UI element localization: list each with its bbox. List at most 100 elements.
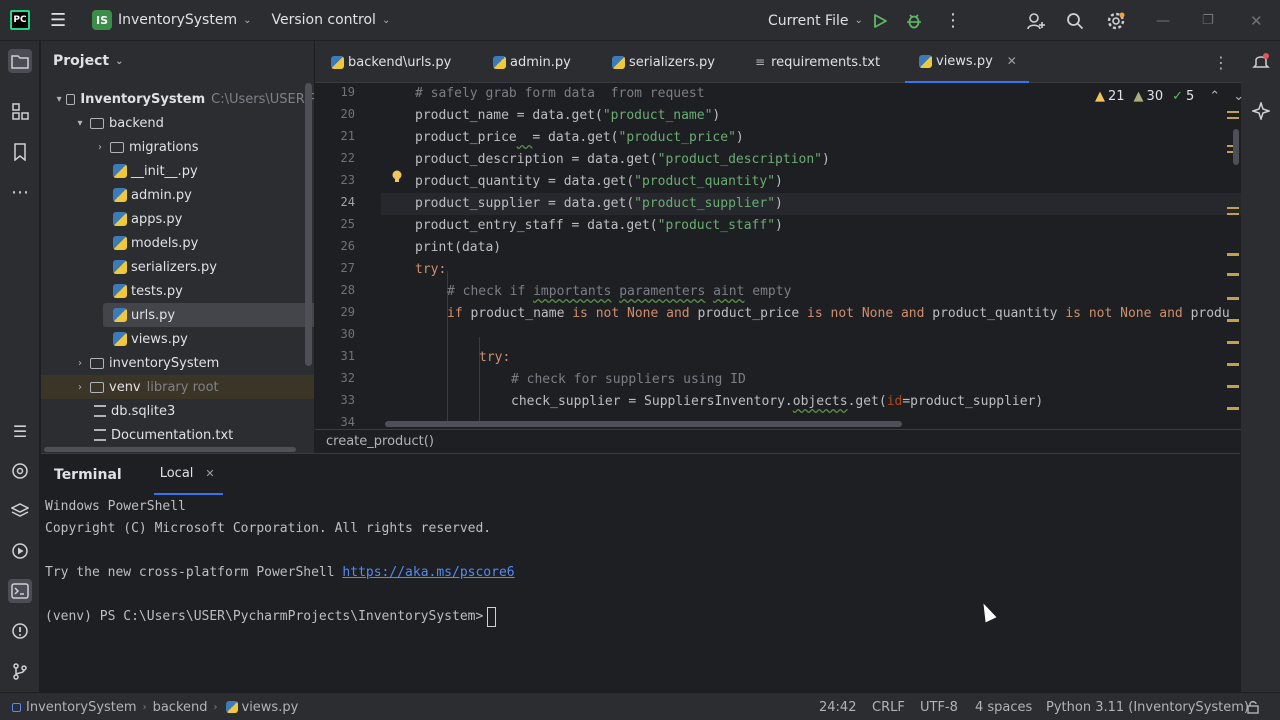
project-vertical-scrollbar[interactable] bbox=[305, 83, 312, 366]
terminal-tool-icon[interactable] bbox=[8, 579, 32, 603]
chevron-right-icon[interactable]: › bbox=[93, 142, 107, 153]
line-separator[interactable]: CRLF bbox=[872, 693, 905, 720]
git-branch-icon[interactable] bbox=[8, 659, 32, 683]
status-crumb[interactable]: views.py bbox=[242, 700, 299, 715]
todo-list-icon[interactable]: ☰ bbox=[8, 419, 32, 443]
error-stripe-marker[interactable] bbox=[1227, 385, 1239, 388]
bookmarks-icon[interactable] bbox=[8, 140, 32, 164]
error-stripe-marker[interactable] bbox=[1227, 253, 1239, 256]
next-highlight-icon[interactable]: ⌄ bbox=[1233, 89, 1244, 104]
function-breadcrumb[interactable]: create_product() bbox=[326, 434, 434, 449]
chevron-down-icon[interactable]: ⌄ bbox=[243, 15, 251, 26]
status-crumb[interactable]: InventorySystem bbox=[26, 700, 137, 715]
code-line-28[interactable]: # check if importants paramenters aint e… bbox=[447, 281, 791, 303]
python-interpreter[interactable]: Python 3.11 (InventorySystem) bbox=[1046, 693, 1249, 720]
code-line-26[interactable]: print(data) bbox=[415, 237, 501, 259]
more-actions-icon[interactable]: ⋮ bbox=[944, 0, 962, 41]
version-control-menu[interactable]: Version control bbox=[271, 12, 375, 28]
chevron-right-icon[interactable]: › bbox=[73, 382, 87, 393]
chevron-down-icon[interactable]: ⌄ bbox=[115, 56, 123, 67]
debug-icon[interactable] bbox=[905, 0, 923, 41]
tree-root[interactable]: ▾ InventorySystem C:\Users\USER\P bbox=[55, 87, 317, 111]
terminal-tab-local[interactable]: Local ✕ bbox=[153, 454, 223, 495]
minimize-icon[interactable]: — bbox=[1156, 0, 1170, 41]
line-number: 20 bbox=[340, 107, 355, 121]
main-menu-icon[interactable]: ☰ bbox=[50, 10, 70, 31]
code-line-23[interactable]: product_quantity = data.get("product_qua… bbox=[415, 171, 783, 193]
code-with-me-icon[interactable] bbox=[1026, 0, 1046, 41]
code-line-32[interactable]: # check for suppliers using ID bbox=[511, 369, 746, 391]
left-tool-strip: ⋯ ☰ bbox=[0, 41, 40, 692]
python-packages-icon[interactable] bbox=[8, 459, 32, 483]
indent-setting[interactable]: 4 spaces bbox=[975, 693, 1032, 720]
project-panel-title[interactable]: Project bbox=[53, 53, 109, 69]
error-stripe-marker[interactable] bbox=[1227, 319, 1239, 322]
project-tool-icon[interactable] bbox=[8, 49, 32, 73]
project-module-icon bbox=[12, 702, 21, 712]
search-icon[interactable] bbox=[1066, 0, 1084, 41]
editor-vertical-scrollbar[interactable] bbox=[1233, 129, 1239, 165]
error-stripe-marker[interactable] bbox=[1227, 273, 1239, 276]
chevron-down-icon[interactable]: ⌄ bbox=[382, 15, 390, 26]
notifications-bell-icon[interactable] bbox=[1249, 49, 1273, 73]
settings-gear-icon[interactable] bbox=[1106, 0, 1126, 41]
structure-tool-icon[interactable] bbox=[8, 99, 32, 123]
chevron-down-icon[interactable]: ▾ bbox=[73, 118, 87, 129]
close-window-icon[interactable]: ✕ bbox=[1250, 0, 1263, 41]
code-line-25[interactable]: product_entry_staff = data.get("product_… bbox=[415, 215, 783, 237]
tree-item-venv[interactable]: › venv library root bbox=[41, 375, 314, 399]
project-badge[interactable]: IS bbox=[92, 10, 112, 30]
lightbulb-intention-icon[interactable] bbox=[391, 170, 403, 184]
code-line-24[interactable]: product_supplier = data.get("product_sup… bbox=[415, 193, 783, 215]
tab-backend-urls[interactable]: backend\urls.py bbox=[329, 41, 451, 83]
status-crumb[interactable]: backend bbox=[153, 700, 208, 715]
tree-item-backend[interactable]: ▾ backend bbox=[73, 111, 335, 135]
layers-icon[interactable] bbox=[8, 499, 32, 523]
previous-highlight-icon[interactable]: ⌃ bbox=[1209, 89, 1220, 104]
tab-requirements[interactable]: ≡ requirements.txt bbox=[755, 41, 880, 83]
code-line-22[interactable]: product_description = data.get("product_… bbox=[415, 149, 830, 171]
code-line-20[interactable]: product_name = data.get("product_name") bbox=[415, 105, 720, 127]
folder-icon bbox=[66, 93, 76, 105]
run-config-selector[interactable]: Current File bbox=[768, 13, 848, 29]
file-encoding[interactable]: UTF-8 bbox=[920, 693, 958, 720]
ai-assistant-icon[interactable] bbox=[1249, 99, 1273, 123]
python-file-icon bbox=[612, 55, 625, 69]
terminal-prompt[interactable]: (venv) PS C:\Users\USER\PycharmProjects\… bbox=[45, 606, 497, 628]
error-stripe-marker[interactable] bbox=[1227, 363, 1239, 366]
close-tab-icon[interactable]: ✕ bbox=[1007, 54, 1017, 68]
code-line-27[interactable]: try: bbox=[415, 259, 446, 281]
close-tab-icon[interactable]: ✕ bbox=[205, 467, 214, 480]
run-icon[interactable] bbox=[872, 0, 888, 41]
chevron-down-icon[interactable]: ⌄ bbox=[854, 15, 862, 26]
maximize-icon[interactable]: ❐ bbox=[1202, 0, 1214, 41]
error-stripe-marker[interactable] bbox=[1227, 341, 1239, 344]
code-line-21[interactable]: product_price = data.get("product_price"… bbox=[415, 127, 744, 149]
code-line-19[interactable]: # safely grab form data from request bbox=[415, 83, 705, 105]
error-stripe-marker[interactable] bbox=[1227, 207, 1239, 215]
code-line-33[interactable]: check_supplier = SuppliersInventory.obje… bbox=[511, 391, 1043, 413]
project-horizontal-scrollbar[interactable] bbox=[44, 447, 296, 452]
chevron-down-icon[interactable]: ▾ bbox=[55, 94, 63, 105]
problems-icon[interactable] bbox=[8, 619, 32, 643]
pscore-link[interactable]: https://aka.ms/pscore6 bbox=[342, 565, 514, 580]
error-stripe-marker[interactable] bbox=[1227, 297, 1239, 300]
code-line-31[interactable]: try: bbox=[479, 347, 510, 369]
chevron-right-icon[interactable]: › bbox=[73, 358, 87, 369]
project-name[interactable]: InventorySystem bbox=[118, 12, 237, 28]
error-stripe-marker[interactable] bbox=[1227, 407, 1239, 410]
tree-item-inventorysystem[interactable]: › inventorySystem bbox=[73, 351, 335, 375]
editor-horizontal-scrollbar[interactable] bbox=[385, 421, 902, 427]
error-stripe-marker[interactable] bbox=[1227, 111, 1239, 119]
inspections-widget[interactable]: ▲ 21 ▲ 30 ✓ 5 ⌃ ⌄ bbox=[1095, 87, 1247, 105]
tab-admin[interactable]: admin.py bbox=[491, 41, 571, 83]
tab-views[interactable]: views.py ✕ bbox=[905, 41, 1029, 83]
caret-position[interactable]: 24:42 bbox=[819, 693, 856, 720]
more-tools-icon[interactable]: ⋯ bbox=[8, 180, 32, 204]
services-run-icon[interactable] bbox=[8, 539, 32, 563]
read-only-lock-icon[interactable] bbox=[1247, 693, 1259, 720]
tabs-menu-icon[interactable]: ⋮ bbox=[1213, 53, 1229, 72]
warning-icon: ▲ bbox=[1095, 88, 1105, 104]
code-line-29[interactable]: if product_name is not None and product_… bbox=[447, 303, 1241, 325]
tab-serializers[interactable]: serializers.py bbox=[610, 41, 715, 83]
